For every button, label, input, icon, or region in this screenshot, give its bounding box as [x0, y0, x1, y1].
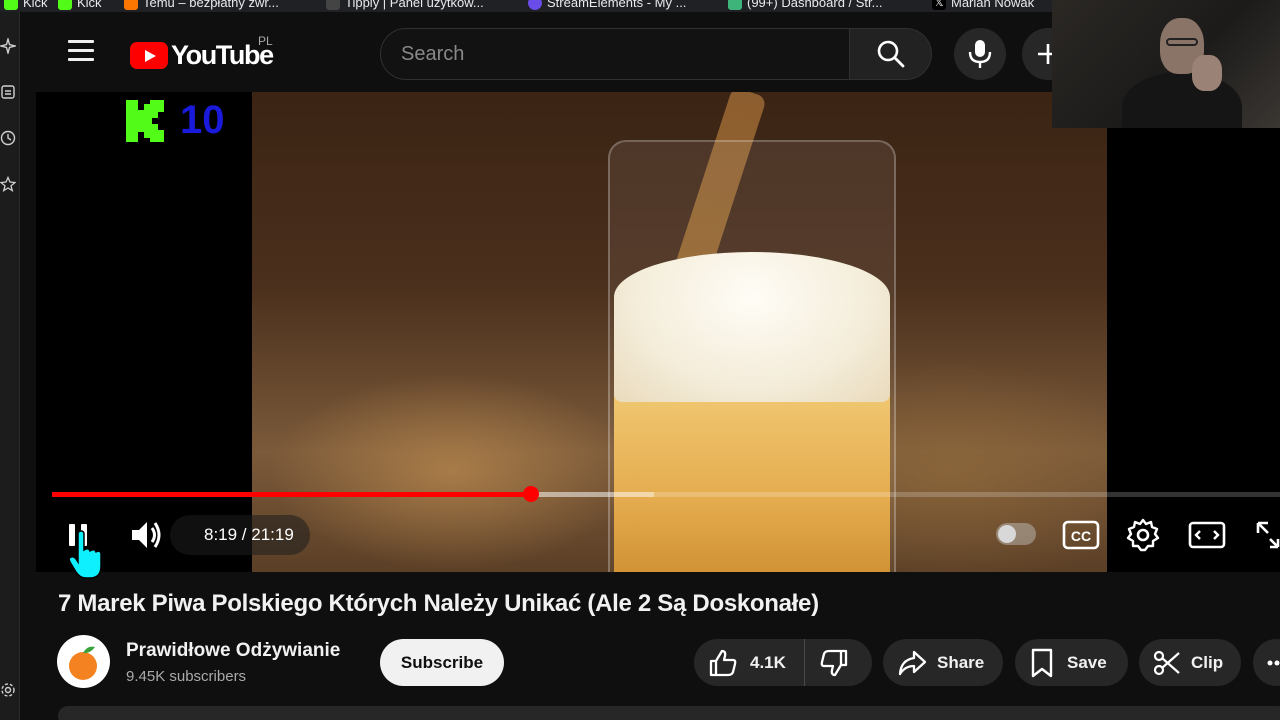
- autoplay-toggle[interactable]: [996, 523, 1036, 545]
- pause-button[interactable]: [64, 515, 94, 555]
- bookmark-icon: [1031, 648, 1053, 677]
- kick-icon: [58, 0, 72, 10]
- tipply-icon: [326, 0, 340, 10]
- orange-fruit-icon: [69, 646, 97, 680]
- x-icon: 𝕏: [932, 0, 946, 10]
- microphone-icon: [968, 40, 992, 68]
- time-display: 8:19 / 21:19: [170, 515, 310, 555]
- bookmark-label: Marian Nowak: [951, 0, 1035, 10]
- kick-counter: 10: [180, 98, 225, 142]
- history-icon[interactable]: [0, 130, 16, 146]
- beer-glass: [608, 140, 896, 572]
- more-horizontal-icon: [1267, 660, 1280, 665]
- share-icon: [898, 650, 927, 675]
- bookmark-label: Tipply | Panel użytkow...: [345, 0, 484, 10]
- bookmark-kick-2[interactable]: Kick: [58, 0, 102, 10]
- voice-search-button[interactable]: [954, 28, 1006, 80]
- settings-icon[interactable]: [1126, 517, 1160, 553]
- video-frame[interactable]: [252, 92, 1107, 572]
- like-button[interactable]: 4.1K: [694, 639, 805, 686]
- bookmark-dashboard[interactable]: (99+) Dashboard / Str...: [728, 0, 882, 10]
- subscriber-count: 9.45K subscribers: [126, 668, 247, 685]
- dashboard-icon: [728, 0, 742, 10]
- channel-name[interactable]: Prawidłowe Odżywianie: [126, 640, 340, 662]
- search-box: [380, 28, 850, 80]
- autoplay-knob: [998, 525, 1016, 543]
- fullscreen-icon[interactable]: [1252, 519, 1280, 551]
- like-count: 4.1K: [750, 652, 786, 672]
- bookmark-streamelements[interactable]: StreamElements - My ...: [528, 0, 686, 10]
- bookmark-temu[interactable]: Temu – bezpłatny zwr...: [124, 0, 279, 10]
- share-button[interactable]: Share: [883, 639, 1003, 686]
- save-label: Save: [1067, 652, 1107, 672]
- clip-label: Clip: [1191, 652, 1224, 672]
- bookmark-label: Kick: [23, 0, 48, 10]
- youtube-logo[interactable]: YouTube PL: [130, 34, 274, 71]
- streamelements-icon: [528, 0, 542, 10]
- search-button[interactable]: [849, 28, 932, 80]
- like-dislike-group: 4.1K: [694, 639, 872, 686]
- progress-played: [52, 492, 531, 497]
- downloads-icon[interactable]: [0, 84, 16, 100]
- bookmark-label: Kick: [77, 0, 102, 10]
- search-icon: [877, 40, 905, 68]
- thumbs-down-icon: [820, 649, 848, 676]
- sparkle-icon[interactable]: [0, 38, 16, 54]
- webcam-overlay: [1052, 0, 1280, 128]
- bookmark-kick-1[interactable]: Kick: [4, 0, 48, 10]
- kick-logo-icon: [126, 100, 164, 142]
- theater-mode-icon[interactable]: [1188, 519, 1226, 551]
- bookmark-label: (99+) Dashboard / Str...: [747, 0, 883, 10]
- scissors-icon: [1153, 650, 1180, 675]
- favorites-icon[interactable]: [0, 176, 16, 192]
- menu-button[interactable]: [68, 40, 94, 62]
- bookmark-label: StreamElements - My ...: [547, 0, 687, 10]
- video-player[interactable]: [36, 92, 1280, 572]
- pause-icon: [69, 524, 75, 546]
- thumbs-up-icon: [709, 649, 737, 676]
- channel-avatar[interactable]: [57, 635, 110, 688]
- bookmark-label: Temu – bezpłatny zwr...: [143, 0, 279, 10]
- svg-text:CC: CC: [1071, 528, 1091, 544]
- clip-button[interactable]: Clip: [1139, 639, 1241, 686]
- dislike-button[interactable]: [805, 639, 872, 686]
- browser-sidebar: [0, 12, 20, 720]
- region-code: PL: [258, 34, 273, 48]
- save-button[interactable]: Save: [1015, 639, 1128, 686]
- video-title: 7 Marek Piwa Polskiego Których Należy Un…: [58, 590, 819, 617]
- share-label: Share: [937, 652, 985, 672]
- scrubber-handle[interactable]: [523, 486, 539, 502]
- youtube-play-icon: [130, 42, 168, 69]
- description-box[interactable]: [58, 706, 1280, 720]
- search-input[interactable]: [401, 41, 831, 67]
- subscribe-button[interactable]: Subscribe: [380, 639, 504, 686]
- more-actions-button[interactable]: [1253, 639, 1280, 686]
- settings-gear-icon[interactable]: [0, 682, 16, 698]
- temu-icon: [124, 0, 138, 10]
- volume-icon[interactable]: [128, 516, 166, 554]
- captions-icon[interactable]: CC: [1062, 519, 1100, 551]
- bookmark-tipply[interactable]: Tipply | Panel użytkow...: [326, 0, 484, 10]
- kick-icon: [4, 0, 18, 10]
- bookmark-x-profile[interactable]: 𝕏 Marian Nowak: [932, 0, 1034, 10]
